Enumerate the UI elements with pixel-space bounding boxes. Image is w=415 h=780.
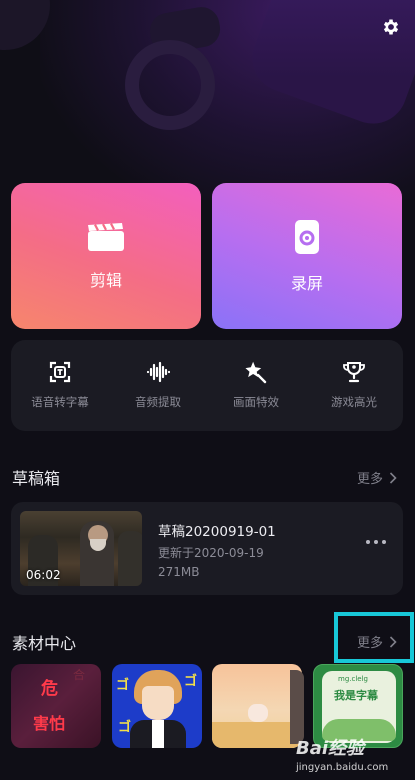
material-text: 害怕 [33,714,66,733]
material-small-text: mg.clelg [338,675,368,683]
material-corner-text: 合 [73,668,86,682]
highlight-box [334,612,414,663]
more-options-icon[interactable] [366,540,386,544]
draft-duration: 06:02 [26,568,61,582]
tool-audio-extract[interactable]: 音频提取 [109,340,207,431]
tool-game-highlight[interactable]: 游戏高光 [305,340,403,431]
edit-label: 剪辑 [89,271,122,290]
edit-card[interactable]: 剪辑 [11,183,201,329]
tool-label: 语音转字幕 [31,395,89,409]
tool-label: 画面特效 [233,395,279,409]
record-label: 录屏 [290,274,323,293]
drafts-title: 草稿箱 [12,469,61,488]
watermark: Bai经验 jingyan.baidu.com [296,732,415,778]
screen-record-card[interactable]: 录屏 [212,183,402,329]
draft-size: 271MB [158,565,200,579]
draft-updated: 更新于2020-09-19 [158,546,264,560]
clapperboard-icon [88,223,124,251]
magic-wand-icon [245,361,267,384]
tool-label: 游戏高光 [331,395,377,409]
draft-name: 草稿20200919-01 [158,524,276,540]
tool-visual-effects[interactable]: 画面特效 [207,340,305,431]
audio-wave-icon [146,361,170,383]
header-background-decoration [0,0,415,200]
gear-icon [383,19,399,35]
watermark-url: jingyan.baidu.com [296,762,389,773]
material-text: 危 [41,679,58,699]
material-tile[interactable]: 合 危 害怕 [11,664,101,748]
settings-button[interactable] [378,14,404,40]
material-text: 我是字幕 [334,689,378,702]
tools-panel: 语音转字幕 音频提取 画面特效 游戏高光 [11,340,403,431]
draft-thumbnail: 06:02 [20,511,142,586]
tool-speech-to-subtitle[interactable]: 语音转字幕 [11,340,109,431]
material-tile[interactable] [212,664,302,748]
watermark-brand: Bai经验 [296,738,365,759]
draft-item[interactable]: 06:02 草稿20200919-01 更新于2020-09-19 271MB [11,502,403,595]
more-label: 更多 [357,472,384,487]
chevron-right-icon [389,471,397,484]
screen-record-icon [295,220,319,254]
material-tile[interactable]: ゴ ゴ ゴ [112,664,202,748]
materials-title: 素材中心 [12,634,77,653]
text-recognize-icon [49,361,71,383]
trophy-icon [343,362,365,383]
drafts-more-link[interactable]: 更多 [357,468,397,487]
tool-label: 音频提取 [135,395,181,409]
